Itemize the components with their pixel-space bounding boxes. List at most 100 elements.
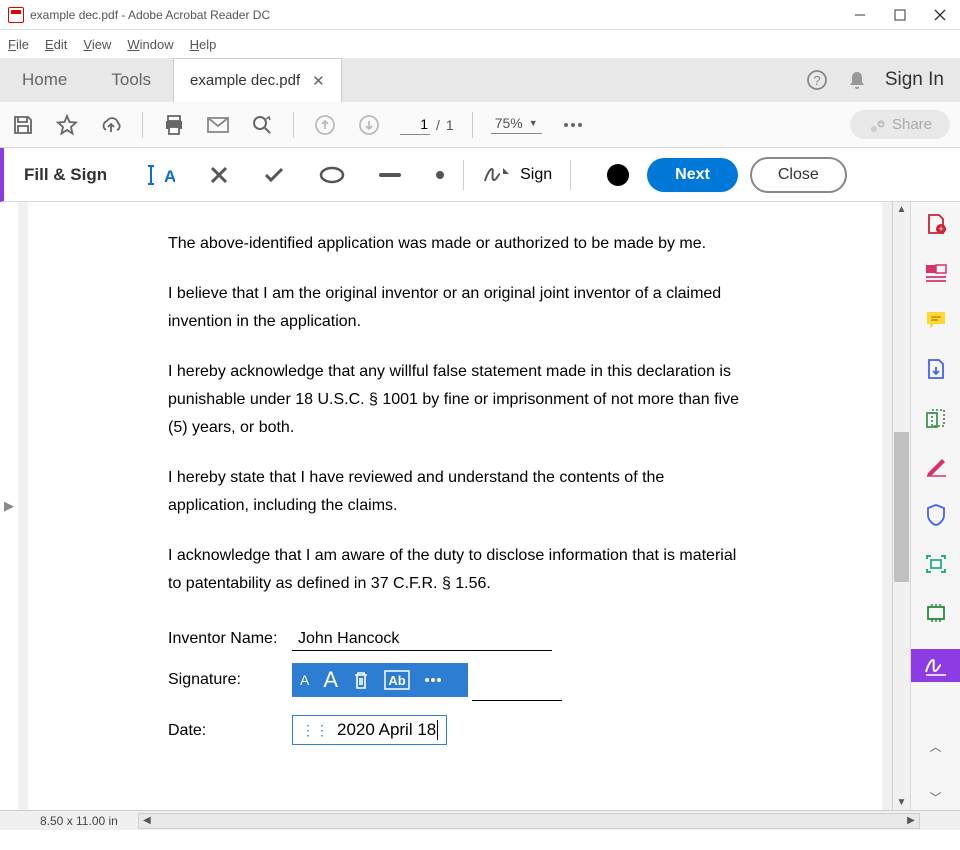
- menu-file[interactable]: File: [8, 37, 29, 52]
- cloud-upload-icon[interactable]: [98, 112, 124, 138]
- scrollbar-thumb[interactable]: [894, 432, 909, 582]
- svg-text:+: +: [879, 120, 884, 129]
- tab-tools[interactable]: Tools: [89, 58, 173, 102]
- horizontal-scrollbar[interactable]: ◀ ▶: [138, 813, 920, 829]
- find-icon[interactable]: [249, 112, 275, 138]
- more-options-icon[interactable]: [560, 112, 586, 138]
- app-icon: [8, 7, 24, 23]
- date-row: Date: ⋮⋮ 2020 April 18: [168, 709, 742, 745]
- paragraph: I believe that I am the original invento…: [168, 280, 742, 336]
- text-annotation-toolbar: A A Ab: [292, 663, 468, 697]
- help-icon[interactable]: ?: [805, 68, 829, 92]
- close-fillsign-button[interactable]: Close: [750, 157, 847, 193]
- scroll-up-icon[interactable]: ▲: [893, 204, 910, 215]
- maximize-button[interactable]: [892, 7, 908, 23]
- cross-mark-tool-icon[interactable]: [209, 165, 229, 185]
- paragraph: I hereby acknowledge that any willful fa…: [168, 358, 742, 442]
- paragraph: I acknowledge that I am aware of the dut…: [168, 542, 742, 598]
- page-input[interactable]: [400, 114, 430, 135]
- delete-annotation-icon[interactable]: [352, 670, 370, 690]
- close-window-button[interactable]: [932, 7, 948, 23]
- content-area: ▶ The above-identified application was m…: [0, 202, 960, 810]
- compress-pdf-icon[interactable]: [922, 601, 950, 623]
- scroll-left-icon[interactable]: ◀: [139, 814, 155, 828]
- prev-page-icon[interactable]: [312, 112, 338, 138]
- fill-sign-title: Fill & Sign: [4, 165, 147, 185]
- email-icon[interactable]: [205, 112, 231, 138]
- next-button[interactable]: Next: [647, 158, 738, 192]
- organize-pages-icon[interactable]: [922, 407, 950, 429]
- svg-text:Ab: Ab: [164, 167, 175, 186]
- titlebar: example dec.pdf - Adobe Acrobat Reader D…: [0, 0, 960, 30]
- share-label: Share: [892, 116, 932, 133]
- checkmark-tool-icon[interactable]: [263, 166, 285, 184]
- menu-edit[interactable]: Edit: [45, 37, 67, 52]
- rail-scroll-up-icon[interactable]: ︿: [929, 734, 941, 759]
- decrease-text-size-button[interactable]: A: [300, 672, 309, 688]
- menu-window[interactable]: Window: [127, 37, 173, 52]
- line-tool-icon[interactable]: [379, 172, 401, 178]
- page-dimensions: 8.50 x 11.00 in: [40, 814, 118, 828]
- document-viewport[interactable]: The above-identified application was mad…: [18, 202, 892, 810]
- fill-sign-rail-icon[interactable]: [911, 649, 960, 682]
- next-page-icon[interactable]: [356, 112, 382, 138]
- export-pdf-icon[interactable]: [922, 357, 950, 381]
- circle-tool-icon[interactable]: [319, 166, 345, 184]
- tab-document-label: example dec.pdf: [190, 72, 300, 89]
- dot-tool-icon[interactable]: [435, 170, 445, 180]
- scroll-down-icon[interactable]: ▼: [893, 797, 910, 808]
- tab-document-close-icon[interactable]: ✕: [312, 72, 325, 90]
- edit-pdf-icon[interactable]: [922, 455, 950, 477]
- page-indicator: / 1: [400, 114, 454, 135]
- date-label: Date:: [168, 722, 278, 740]
- comment-icon[interactable]: [922, 309, 950, 331]
- text-tool-icon[interactable]: Ab: [147, 164, 175, 186]
- svg-text:?: ?: [813, 73, 820, 88]
- svg-text:Ab: Ab: [388, 673, 405, 688]
- paragraph: The above-identified application was mad…: [168, 230, 742, 258]
- page-total: 1: [446, 117, 454, 133]
- sign-button[interactable]: Sign: [482, 164, 552, 186]
- character-spacing-icon[interactable]: Ab: [384, 670, 410, 690]
- inventor-name-label: Inventor Name:: [168, 630, 278, 648]
- tab-home[interactable]: Home: [0, 58, 89, 102]
- vertical-scrollbar[interactable]: ▲ ▼: [892, 202, 910, 810]
- rail-scroll-down-icon[interactable]: ﹀: [929, 785, 941, 810]
- date-value[interactable]: 2020 April 18: [337, 720, 438, 740]
- protect-icon[interactable]: [922, 503, 950, 527]
- zoom-dropdown[interactable]: 75% ▼: [491, 115, 542, 134]
- zoom-value: 75%: [495, 115, 523, 131]
- sign-in-link[interactable]: Sign In: [885, 69, 944, 91]
- increase-text-size-button[interactable]: A: [323, 667, 338, 693]
- scroll-right-icon[interactable]: ▶: [903, 814, 919, 828]
- save-icon[interactable]: [10, 112, 36, 138]
- more-annotation-options-icon[interactable]: [424, 677, 442, 683]
- date-annotation-field[interactable]: ⋮⋮ 2020 April 18: [292, 715, 447, 745]
- menubar: File Edit View Window Help: [0, 30, 960, 58]
- star-icon[interactable]: [54, 112, 80, 138]
- left-panel-expand-icon[interactable]: ▶: [0, 202, 18, 810]
- share-icon: +: [868, 117, 886, 133]
- paragraph: I hereby state that I have reviewed and …: [168, 464, 742, 520]
- document-page: The above-identified application was mad…: [28, 202, 882, 810]
- combine-files-icon[interactable]: [922, 262, 950, 283]
- svg-text:+: +: [938, 224, 943, 234]
- tab-document[interactable]: example dec.pdf ✕: [173, 58, 342, 102]
- right-tools-rail: + ︿ ﹀: [910, 202, 960, 810]
- fill-sign-toolbar: Fill & Sign Ab Sign Next Close: [0, 148, 960, 202]
- menu-view[interactable]: View: [83, 37, 111, 52]
- main-toolbar: / 1 75% ▼ + Share: [0, 102, 960, 148]
- create-pdf-icon[interactable]: +: [922, 212, 950, 236]
- signature-label: Signature:: [168, 671, 278, 689]
- notifications-icon[interactable]: [845, 68, 869, 92]
- minimize-button[interactable]: [852, 7, 868, 23]
- share-button[interactable]: + Share: [850, 110, 950, 139]
- menu-help[interactable]: Help: [190, 37, 217, 52]
- print-icon[interactable]: [161, 112, 187, 138]
- scan-ocr-icon[interactable]: [922, 553, 950, 575]
- inventor-name-value[interactable]: John Hancock: [292, 628, 552, 651]
- chevron-down-icon: ▼: [529, 118, 538, 128]
- signature-icon: [482, 164, 512, 186]
- drag-handle-icon[interactable]: ⋮⋮: [301, 722, 329, 739]
- color-picker[interactable]: [607, 164, 629, 186]
